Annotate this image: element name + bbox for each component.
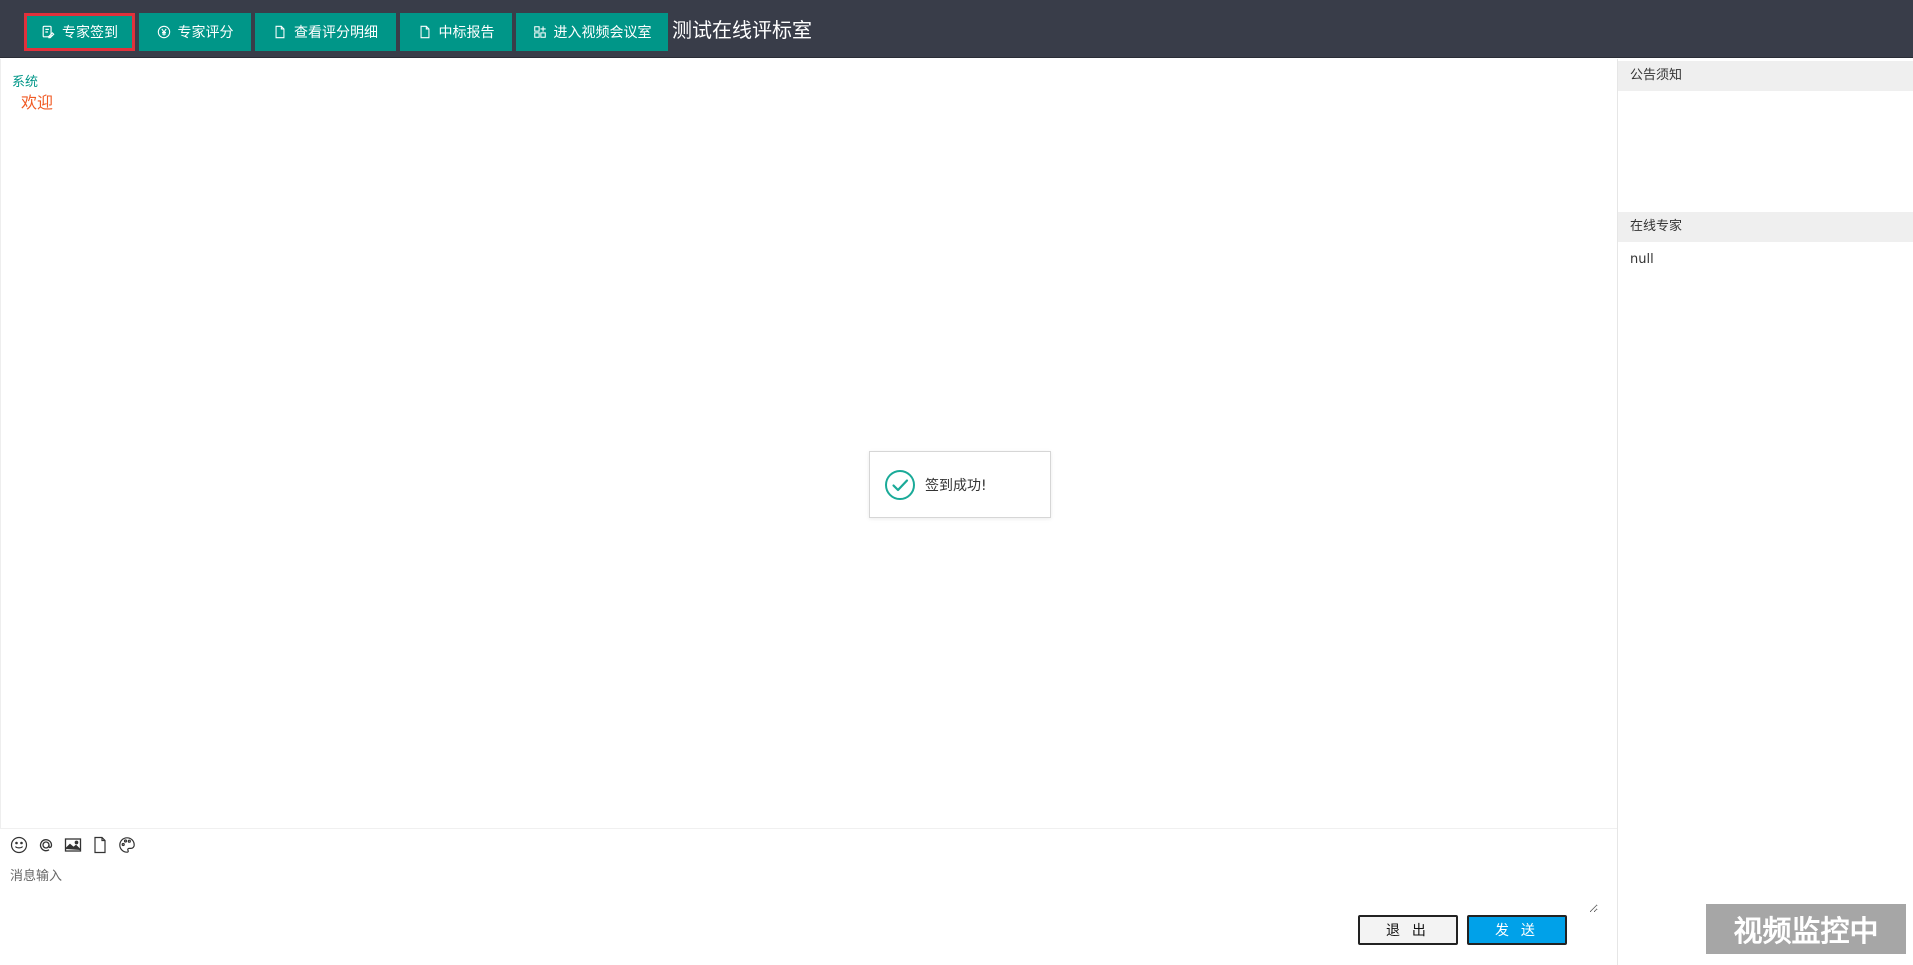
at-icon[interactable]: [36, 835, 55, 854]
send-button[interactable]: 发 送: [1467, 915, 1567, 945]
online-expert-item: null: [1630, 252, 1654, 267]
enter-video-meeting-button[interactable]: 进入视频会议室: [516, 13, 668, 51]
document-icon: [275, 25, 285, 39]
toast-message: 签到成功!: [925, 477, 987, 494]
chat-message-area: 系统 欢迎: [0, 59, 1617, 828]
message-input[interactable]: [8, 863, 1598, 913]
emoji-icon[interactable]: [9, 835, 28, 854]
message-text: 欢迎: [21, 93, 54, 112]
input-toolbar: [9, 835, 136, 854]
expert-score-button[interactable]: 专家评分: [139, 13, 251, 51]
document-icon: [420, 25, 429, 39]
exit-button[interactable]: 退 出: [1358, 915, 1458, 945]
expert-sign-in-button[interactable]: 专家签到: [24, 13, 135, 51]
enter-video-meeting-label: 进入视频会议室: [553, 24, 652, 40]
top-toolbar: 专家签到 专家评分 查看评分明细 中标报告 进入视频会议室 测试在线评标室: [0, 0, 1913, 58]
success-toast: 签到成功!: [869, 451, 1051, 518]
award-report-label: 中标报告: [438, 24, 495, 40]
yen-icon: [157, 25, 170, 39]
right-sidebar: 公告须知 在线专家 null: [1617, 59, 1913, 965]
apps-icon: [533, 26, 546, 38]
image-icon[interactable]: [63, 835, 82, 854]
award-report-button[interactable]: 中标报告: [400, 13, 512, 51]
success-check-icon: [885, 469, 915, 500]
message-sender: 系统: [12, 75, 39, 90]
room-title: 测试在线评标室: [672, 18, 812, 42]
palette-icon[interactable]: [117, 835, 136, 854]
notice-panel-title: 公告须知: [1618, 61, 1913, 91]
online-experts-title: 在线专家: [1618, 212, 1913, 242]
sign-in-icon: [42, 25, 55, 39]
file-icon[interactable]: [90, 835, 109, 854]
expert-sign-in-label: 专家签到: [62, 24, 118, 40]
message-input-area: 退 出 发 送: [0, 828, 1617, 965]
video-monitoring-badge: 视频监控中: [1706, 904, 1906, 954]
view-score-details-label: 查看评分明细: [294, 24, 378, 40]
expert-score-label: 专家评分: [177, 24, 234, 40]
view-score-details-button[interactable]: 查看评分明细: [255, 13, 396, 51]
